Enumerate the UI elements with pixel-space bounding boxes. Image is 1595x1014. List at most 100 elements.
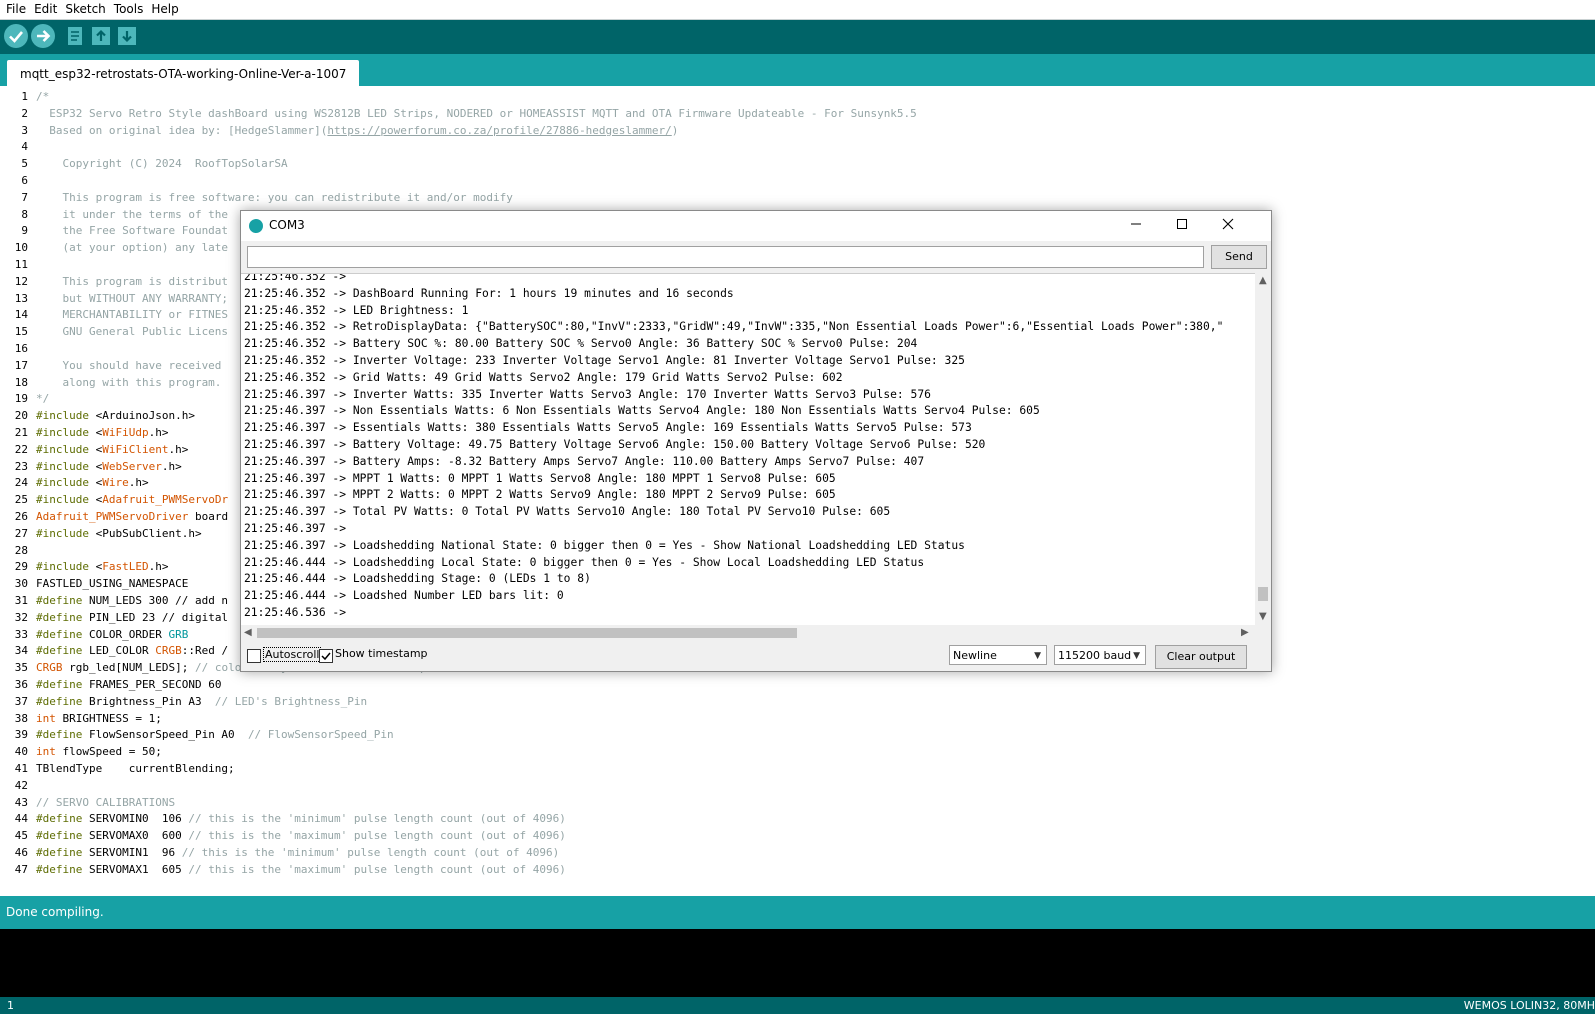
autoscroll-label[interactable]: Autoscroll [263, 647, 322, 662]
chevron-down-icon: ▼ [1133, 651, 1140, 661]
line-number: 24 [14, 476, 28, 490]
code-token: GRB [168, 627, 189, 641]
code-token: This program is distribut [36, 274, 229, 288]
scroll-left-icon[interactable]: ◀ [244, 627, 252, 638]
code-token: Brightness_Pin A3 [88, 694, 215, 708]
code-token: #include [36, 560, 96, 574]
vertical-scrollbar[interactable]: ▲ ▼ [1255, 273, 1271, 625]
open-arrow-up-icon [92, 27, 110, 45]
code-token: #define [36, 610, 89, 624]
scroll-down-icon[interactable]: ▼ [1259, 611, 1267, 622]
code-token: ::Red / [181, 644, 229, 658]
new-sketch-button[interactable] [63, 24, 87, 48]
code-token: #include [36, 459, 96, 473]
code-text: #define SERVOMIN0 106 // this is the 'mi… [36, 810, 566, 827]
maximize-button[interactable] [1159, 211, 1205, 241]
code-text: GNU General Public Licens [36, 323, 228, 340]
show-timestamp-checkbox[interactable] [319, 649, 333, 663]
line-number: 29 [14, 560, 28, 574]
minimize-icon [1131, 223, 1141, 225]
code-token: the Free Software Foundat [36, 224, 229, 238]
code-token: but WITHOUT ANY WARRANTY; [36, 291, 229, 305]
code-token: .h> [168, 442, 189, 456]
line-number: 33 [14, 627, 28, 641]
autoscroll-checkbox[interactable] [247, 649, 261, 663]
code-line: 5 Copyright (C) 2024 RoofTopSolarSA [0, 155, 1595, 172]
verify-button[interactable] [4, 24, 28, 48]
send-button[interactable]: Send [1211, 245, 1267, 269]
serial-output-line: 21:25:46.352 -> RetroDisplayData: {"Batt… [244, 320, 1224, 334]
line-number: 16 [14, 342, 28, 355]
serial-output-line: 21:25:46.397 -> Total PV Watts: 0 Total … [244, 505, 891, 519]
code-token: Based on original idea by: [HedgeSlammer… [36, 123, 328, 137]
serial-output-line: 21:25:46.352 -> Grid Watts: 49 Grid Watt… [244, 370, 843, 384]
code-token: WiFiClient [102, 442, 169, 456]
serial-output-line: 21:25:46.352 -> Battery SOC %: 80.00 Bat… [244, 337, 918, 351]
menu-tools[interactable]: Tools [114, 0, 144, 19]
code-token: #define [36, 644, 89, 658]
horizontal-scroll-thumb[interactable] [257, 628, 797, 638]
baud-rate-select[interactable]: 115200 baud ▼ [1054, 645, 1146, 665]
code-text: /* [36, 88, 49, 105]
serial-monitor-window: COM3 Send 21:25:46.352 -> 21:25:46.352 ->… [240, 210, 1272, 672]
code-token: #include [36, 409, 96, 423]
scroll-right-icon[interactable]: ▶ [1241, 627, 1249, 638]
code-token: CRGB [155, 644, 182, 658]
console-output[interactable] [0, 929, 1595, 997]
code-token: .h> [148, 560, 169, 574]
line-ending-select[interactable]: Newline ▼ [949, 645, 1047, 665]
code-token: FRAMES_PER_SECOND 60 [88, 678, 222, 691]
code-token: /* [36, 90, 50, 103]
code-text: #include <ArduinoJson.h> [36, 407, 195, 424]
code-token[interactable]: https://powerforum.co.za/profile/27886-h… [327, 124, 671, 137]
serial-output[interactable]: 21:25:46.352 -> 21:25:46.352 -> DashBoard… [241, 273, 1255, 626]
code-token: MERCHANTABILITY or FITNES [36, 308, 229, 322]
line-number: 36 [14, 678, 28, 691]
line-number: 32 [14, 610, 28, 624]
line-number: 37 [14, 694, 28, 708]
code-text: along with this program. [36, 374, 228, 391]
code-token: // SERVO CALIBRATIONS [36, 795, 176, 809]
menu-help[interactable]: Help [151, 0, 178, 19]
line-number: 28 [14, 543, 28, 557]
serial-output-line: 21:25:46.397 -> MPPT 2 Watts: 0 MPPT 2 W… [244, 488, 836, 502]
line-number: 44 [14, 812, 28, 826]
upload-button[interactable] [31, 24, 55, 48]
scroll-up-icon[interactable]: ▲ [1259, 275, 1267, 286]
code-text: #define Brightness_Pin A3 // LED's Brigh… [36, 693, 367, 710]
code-token: // this is the 'minimum' pulse length co… [188, 812, 566, 826]
code-token: along with this program. [36, 375, 229, 389]
code-line: 37 #define Brightness_Pin A3 // LED's Bri… [0, 693, 1595, 710]
tab-sketch[interactable]: mqtt_esp32-retrostats-OTA-working-Online… [7, 60, 360, 86]
code-token: LED_COLOR [88, 644, 156, 658]
horizontal-scrollbar[interactable]: ◀ ▶ [241, 625, 1255, 641]
code-token: int [36, 711, 56, 725]
code-token: Copyright (C) 2024 RoofTopSolarSA [36, 157, 288, 171]
code-token: // this is the 'minimum' pulse length co… [181, 846, 560, 859]
code-text: TBlendType currentBlending; [36, 760, 235, 777]
line-number: 5 [21, 157, 28, 171]
code-token: FASTLED_USING_NAMESPACE [36, 577, 189, 591]
serial-titlebar[interactable]: COM3 [241, 211, 1271, 241]
line-number: 10 [14, 241, 28, 255]
vertical-scroll-thumb[interactable] [1258, 587, 1268, 601]
open-sketch-button[interactable] [89, 24, 113, 48]
menu-sketch[interactable]: Sketch [65, 0, 105, 19]
show-timestamp-label[interactable]: Show timestamp [335, 647, 428, 660]
line-number: 6 [21, 174, 28, 187]
menu-edit[interactable]: Edit [34, 0, 57, 19]
close-button[interactable] [1205, 211, 1251, 241]
code-token: SERVOMAX0 600 [88, 829, 189, 843]
clear-output-button[interactable]: Clear output [1155, 645, 1247, 669]
save-arrow-down-icon [118, 27, 136, 45]
menu-file[interactable]: File [6, 0, 26, 19]
code-text: #include <PubSubClient.h> [36, 525, 202, 542]
new-file-icon [68, 27, 82, 45]
serial-send-input[interactable] [247, 246, 1204, 268]
code-line: 1 /* [0, 88, 1595, 105]
code-line: 42 [0, 777, 1595, 794]
minimize-button[interactable] [1113, 211, 1159, 241]
save-sketch-button[interactable] [115, 24, 139, 48]
line-number: 41 [14, 762, 28, 775]
toolbar [0, 20, 1595, 54]
